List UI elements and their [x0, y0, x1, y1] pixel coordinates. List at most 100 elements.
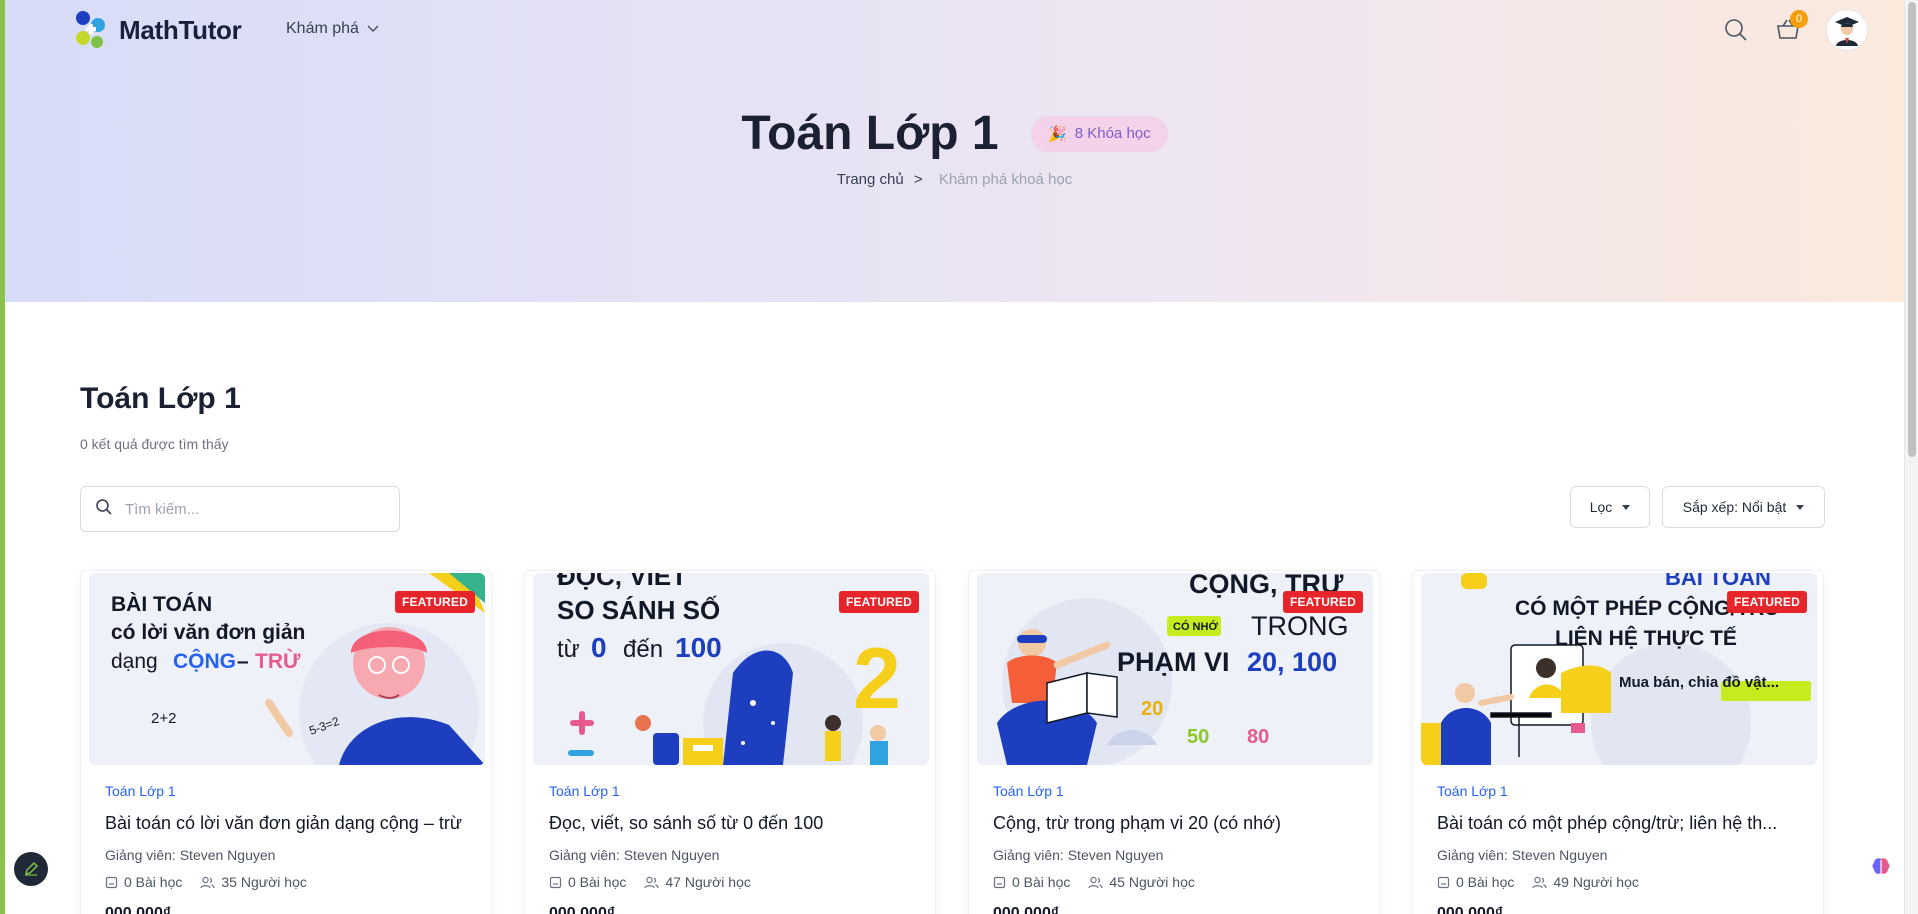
logo[interactable]: MathTutor — [71, 8, 242, 52]
course-card[interactable]: BÀI TOÁN có lời văn đơn giản dạng CỘNG –… — [80, 570, 492, 914]
users-icon — [1088, 876, 1103, 888]
search-input[interactable] — [125, 500, 385, 518]
explore-menu[interactable]: Khám phá — [286, 20, 379, 38]
thumb-text: từ — [557, 636, 580, 663]
top-navbar: MathTutor Khám phá 0 — [5, 0, 1904, 62]
thumb-text: BÀI TOÁN — [1665, 573, 1771, 590]
caret-down-icon — [1796, 504, 1805, 510]
chevron-down-icon — [367, 20, 379, 38]
pencil-icon — [24, 861, 39, 876]
cart-icon[interactable]: 0 — [1774, 10, 1808, 44]
course-category[interactable]: Toán Lớp 1 — [105, 783, 176, 799]
thumb-text: SO SÁNH SỐ — [557, 595, 720, 625]
course-title[interactable]: Đọc, viết, so sánh số từ 0 đến 100 — [549, 813, 919, 834]
featured-badge: FEATURED — [838, 591, 919, 613]
course-title[interactable]: Cộng, trừ trong phạm vi 20 (có nhớ) — [993, 813, 1363, 834]
filter-label: Lọc — [1589, 499, 1613, 515]
page-title: Toán Lớp 1 — [741, 107, 999, 160]
logo-mark-icon — [71, 8, 111, 52]
course-thumbnail[interactable]: CỘNG, TRỪ CÓ NHỚ TRONG PHẠM VI 20, 100 2… — [977, 573, 1373, 765]
lessons-count: 0 Bài học — [1437, 874, 1514, 890]
featured-badge: FEATURED — [1282, 591, 1363, 613]
course-price: 000.000₫ — [105, 905, 172, 914]
course-meta: 0 Bài học 45 Người học — [993, 874, 1195, 890]
ai-assistant-button[interactable] — [1866, 852, 1896, 882]
brain-icon — [1872, 858, 1890, 874]
students-count: 47 Người học — [644, 874, 751, 890]
course-title[interactable]: Bài toán có lời văn đơn giản dạng cộng –… — [105, 813, 475, 834]
course-category[interactable]: Toán Lớp 1 — [1437, 783, 1508, 799]
course-teacher: Giảng viên: Steven Nguyen — [549, 847, 720, 863]
avatar[interactable] — [1826, 9, 1868, 51]
edit-fab-button[interactable] — [14, 852, 48, 886]
filter-button[interactable]: Lọc — [1570, 486, 1650, 528]
thumb-text: TRONG — [1251, 611, 1349, 641]
cart-count-badge: 0 — [1790, 10, 1808, 28]
thumb-text: 2 — [853, 631, 901, 727]
course-teacher: Giảng viên: Steven Nguyen — [993, 847, 1164, 863]
breadcrumb-home[interactable]: Trang chủ — [837, 171, 904, 188]
hero-title-row: Toán Lớp 1 🎉 8 Khóa học — [5, 106, 1904, 161]
thumb-text: dạng — [111, 650, 158, 673]
party-popper-icon: 🎉 — [1048, 125, 1067, 143]
lessons-count: 0 Bài học — [549, 874, 626, 890]
students-count: 45 Người học — [1088, 874, 1195, 890]
book-icon — [993, 876, 1006, 888]
featured-badge: FEATURED — [1726, 591, 1807, 613]
students-count: 35 Người học — [200, 874, 307, 890]
search-icon — [95, 498, 113, 521]
course-thumbnail[interactable]: ĐỌC, VIẾT SO SÁNH SỐ từ 0 đến 100 2 FEAT… — [533, 573, 929, 765]
thumb-text: đến — [623, 636, 663, 663]
thumb-text: – — [237, 650, 249, 673]
thumb-text: 50 — [1187, 726, 1209, 748]
course-price: 000.000₫ — [1437, 905, 1504, 914]
course-teacher: Giảng viên: Steven Nguyen — [1437, 847, 1608, 863]
thumb-text: PHẠM VI — [1117, 647, 1230, 677]
featured-badge: FEATURED — [394, 591, 475, 613]
search-box — [80, 486, 400, 532]
result-count: 0 kết quả được tìm thấy — [80, 436, 229, 452]
thumb-text: 2+2 — [151, 710, 176, 727]
thumb-text: có lời văn đơn giản — [111, 621, 305, 644]
course-category[interactable]: Toán Lớp 1 — [993, 783, 1064, 799]
thumb-text: TRỪ — [255, 649, 301, 673]
thumb-text: 20 — [1141, 698, 1163, 720]
book-icon — [1437, 876, 1450, 888]
breadcrumb: Trang chủ > Khám phá khoá học — [5, 171, 1904, 188]
students-count: 49 Người học — [1532, 874, 1639, 890]
book-icon — [105, 876, 118, 888]
search-icon[interactable] — [1722, 16, 1750, 44]
course-count-label: 8 Khóa học — [1074, 125, 1151, 142]
breadcrumb-separator: > — [913, 171, 923, 188]
hero-banner: MathTutor Khám phá 0 Toán Lớp 1 🎉 8 Khóa… — [5, 0, 1904, 302]
thumb-text: 20, 100 — [1247, 647, 1337, 677]
thumb-text: BÀI TOÁN — [111, 593, 212, 616]
thumb-text: 0 — [591, 632, 607, 663]
logo-text: MathTutor — [119, 14, 242, 45]
sort-label: Sắp xếp: Nổi bật — [1682, 499, 1787, 515]
course-teacher: Giảng viên: Steven Nguyen — [105, 847, 276, 863]
course-thumbnail[interactable]: BÀI TOÁN có lời văn đơn giản dạng CỘNG –… — [89, 573, 485, 765]
sort-button[interactable]: Sắp xếp: Nổi bật — [1662, 486, 1825, 528]
course-price: 000.000₫ — [549, 905, 616, 914]
scrollbar-thumb[interactable] — [1908, 2, 1916, 457]
breadcrumb-current: Khám phá khoá học — [938, 171, 1073, 188]
course-card[interactable]: BÀI TOÁN CÓ MỘT PHÉP CỘNG/TRỪ LIÊN HỆ TH… — [1412, 570, 1824, 914]
book-icon — [549, 876, 562, 888]
course-category[interactable]: Toán Lớp 1 — [549, 783, 620, 799]
course-title[interactable]: Bài toán có một phép cộng/trừ; liên hệ t… — [1437, 813, 1807, 834]
thumb-text: ĐỌC, VIẾT — [557, 573, 687, 591]
course-card[interactable]: ĐỌC, VIẾT SO SÁNH SỐ từ 0 đến 100 2 FEAT… — [524, 570, 936, 914]
course-card[interactable]: CỘNG, TRỪ CÓ NHỚ TRONG PHẠM VI 20, 100 2… — [968, 570, 1380, 914]
users-icon — [200, 876, 215, 888]
course-thumbnail[interactable]: BÀI TOÁN CÓ MỘT PHÉP CỘNG/TRỪ LIÊN HỆ TH… — [1421, 573, 1817, 765]
page-scrollbar[interactable] — [1904, 0, 1918, 914]
course-meta: 0 Bài học 49 Người học — [1437, 874, 1639, 890]
lessons-count: 0 Bài học — [105, 874, 182, 890]
section-title: Toán Lớp 1 — [80, 382, 241, 415]
thumb-text: CÓ NHỚ — [1173, 620, 1218, 633]
users-icon — [1532, 876, 1547, 888]
top-icons: 0 — [1722, 9, 1868, 51]
explore-label: Khám phá — [286, 20, 359, 37]
course-meta: 0 Bài học 47 Người học — [549, 874, 751, 890]
